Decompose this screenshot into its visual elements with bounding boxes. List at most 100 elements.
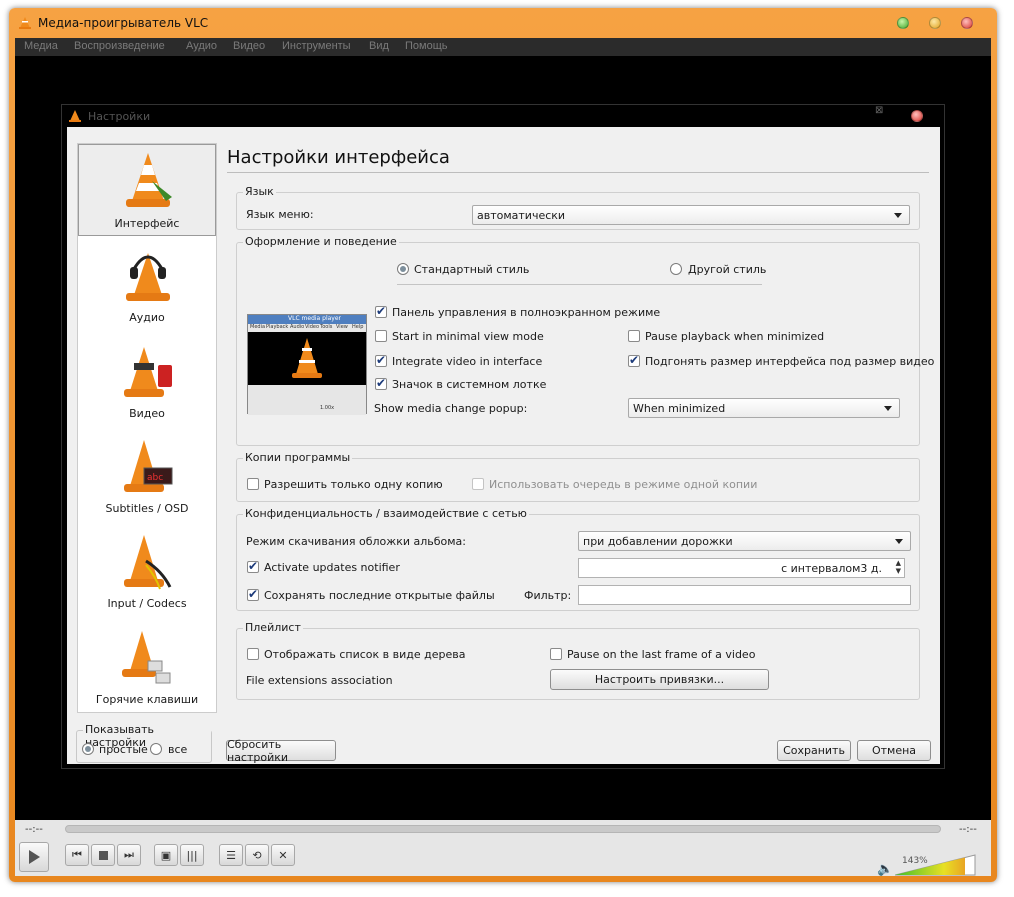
menu-media[interactable]: Медиа bbox=[24, 40, 58, 52]
media-popup-select[interactable]: When minimized bbox=[628, 398, 900, 418]
video-glasses-icon bbox=[124, 347, 172, 397]
enqueue-checkbox[interactable] bbox=[472, 478, 484, 490]
media-popup-value: When minimized bbox=[633, 402, 726, 415]
category-subtitles[interactable]: abc Subtitles / OSD bbox=[78, 429, 216, 521]
category-hotkeys[interactable]: Горячие клавиши bbox=[78, 620, 216, 712]
extended-settings-button[interactable]: ||| bbox=[180, 844, 204, 866]
previous-button[interactable]: ⏮ bbox=[65, 844, 89, 866]
save-button[interactable]: Сохранить bbox=[777, 740, 851, 761]
file-assoc-label: File extensions association bbox=[246, 674, 393, 687]
interface-preview: VLC media player Media Playback Audio Vi… bbox=[247, 314, 367, 415]
updates-notifier-checkbox[interactable] bbox=[247, 559, 259, 573]
pause-minimized-checkbox[interactable] bbox=[628, 330, 640, 342]
seek-slider[interactable] bbox=[65, 825, 941, 833]
play-icon bbox=[29, 850, 40, 864]
file-assoc-button[interactable]: Настроить привязки... bbox=[550, 669, 769, 690]
category-audio[interactable]: Аудио bbox=[78, 238, 216, 330]
close-button[interactable] bbox=[961, 17, 973, 29]
dialog-close-button[interactable] bbox=[911, 110, 923, 122]
dialog-float-icon[interactable]: ⊠ bbox=[875, 105, 883, 116]
menu-view[interactable]: Вид bbox=[369, 40, 389, 52]
preview-volume: 1.00x bbox=[320, 405, 335, 411]
menu-help[interactable]: Помощь bbox=[405, 40, 448, 52]
style-divider bbox=[397, 284, 762, 285]
fullscreen-button[interactable]: ▣ bbox=[154, 844, 178, 866]
filter-input[interactable] bbox=[578, 585, 911, 605]
custom-style-label: Другой стиль bbox=[688, 263, 767, 276]
native-style-radio[interactable] bbox=[397, 263, 409, 275]
simple-radio[interactable] bbox=[82, 743, 94, 755]
playlist-button[interactable]: ☰ bbox=[219, 844, 243, 866]
custom-style-radio[interactable] bbox=[670, 263, 682, 275]
total-time: --:-- bbox=[959, 824, 977, 835]
volume-slider[interactable] bbox=[895, 854, 977, 876]
reset-button[interactable]: Сбросить настройки bbox=[226, 737, 336, 764]
preview-menu-item: Video bbox=[305, 324, 320, 330]
save-recent-checkbox[interactable] bbox=[247, 587, 259, 601]
category-label: Аудио bbox=[129, 311, 165, 324]
reset-button-label: Сбросить настройки bbox=[227, 737, 289, 764]
menu-tools[interactable]: Инструменты bbox=[282, 40, 351, 52]
loop-icon: ⟲ bbox=[252, 848, 262, 862]
all-label: все bbox=[168, 743, 188, 756]
menu-audio[interactable]: Аудио bbox=[186, 40, 217, 52]
playlist-group: Плейлист Отображать список в виде дерева… bbox=[236, 621, 920, 700]
dialog-title-bar: Настройки ⊠ bbox=[62, 105, 944, 127]
preview-menu-item: Audio bbox=[290, 324, 305, 330]
native-style-label: Стандартный стиль bbox=[414, 263, 530, 276]
loop-button[interactable]: ⟲ bbox=[245, 844, 269, 866]
play-button[interactable] bbox=[19, 842, 49, 872]
integrate-video-checkbox[interactable] bbox=[375, 353, 387, 367]
vlc-cone-icon bbox=[69, 110, 81, 122]
minimal-view-checkbox[interactable] bbox=[375, 330, 387, 342]
cancel-button[interactable]: Отмена bbox=[857, 740, 931, 761]
spinner-arrows-icon[interactable]: ▲ ▼ bbox=[896, 559, 901, 575]
album-art-value: при добавлении дорожки bbox=[583, 535, 733, 548]
all-radio[interactable] bbox=[150, 743, 162, 755]
album-art-select[interactable]: при добавлении дорожки bbox=[578, 531, 911, 551]
pause-last-frame-checkbox[interactable] bbox=[550, 648, 562, 660]
shuffle-button[interactable]: ✕ bbox=[271, 844, 295, 866]
privacy-legend: Конфиденциальность / взаимодействие с се… bbox=[243, 507, 529, 520]
systray-checkbox[interactable] bbox=[375, 376, 387, 390]
speaker-icon[interactable]: 🔈 bbox=[877, 862, 893, 877]
category-input-codecs[interactable]: Input / Codecs bbox=[78, 524, 216, 616]
window-title: Медиа-проигрыватель VLC bbox=[38, 16, 209, 30]
privacy-group: Конфиденциальность / взаимодействие с се… bbox=[236, 507, 920, 611]
update-interval-spinbox[interactable]: с интервалом3 д. ▲ ▼ bbox=[578, 558, 905, 578]
one-instance-checkbox[interactable] bbox=[247, 478, 259, 490]
dialog-body: Интерфейс Аудио Видео abc Subtitles / OS… bbox=[67, 127, 940, 764]
menu-language-select[interactable]: автоматически bbox=[472, 205, 910, 225]
preview-menu-item: View bbox=[336, 324, 348, 330]
tree-view-checkbox[interactable] bbox=[247, 648, 259, 660]
category-list: Интерфейс Аудио Видео abc Subtitles / OS… bbox=[77, 143, 217, 713]
dialog-title: Настройки bbox=[88, 110, 151, 123]
next-button[interactable]: ⏭ bbox=[117, 844, 141, 866]
preview-menu-item: Tools bbox=[320, 324, 333, 330]
minimize-button[interactable] bbox=[929, 17, 941, 29]
category-video[interactable]: Видео bbox=[78, 334, 216, 426]
subtitles-display-icon: abc bbox=[124, 440, 173, 492]
preview-cone-icon bbox=[292, 338, 322, 378]
equalizer-icon: ||| bbox=[186, 848, 198, 862]
elapsed-time: --:-- bbox=[25, 824, 43, 835]
tree-view-label: Отображать список в виде дерева bbox=[264, 648, 466, 661]
pause-minimized-label: Pause playback when minimized bbox=[645, 330, 825, 343]
album-art-label: Режим скачивания обложки альбома: bbox=[246, 535, 466, 548]
menu-playback[interactable]: Воспроизведение bbox=[74, 40, 165, 52]
resize-to-video-checkbox[interactable] bbox=[628, 353, 640, 367]
maximize-button[interactable] bbox=[897, 17, 909, 29]
category-label: Input / Codecs bbox=[107, 597, 187, 610]
look-behavior-group: Оформление и поведение Стандартный стиль… bbox=[236, 235, 934, 446]
preview-menu-item: Playback bbox=[266, 324, 289, 330]
interface-icon bbox=[126, 153, 172, 207]
input-cable-icon bbox=[124, 535, 172, 590]
stop-button[interactable] bbox=[91, 844, 115, 866]
fullscreen-controller-checkbox[interactable] bbox=[375, 304, 387, 318]
category-label: Subtitles / OSD bbox=[105, 502, 189, 515]
page-title: Настройки интерфейса bbox=[227, 147, 450, 168]
preview-menubar: Media Playback Audio Video Tools View He… bbox=[248, 324, 366, 332]
vlc-cone-icon bbox=[19, 17, 31, 29]
menu-video[interactable]: Видео bbox=[233, 40, 265, 52]
category-interface[interactable]: Интерфейс bbox=[78, 144, 216, 236]
